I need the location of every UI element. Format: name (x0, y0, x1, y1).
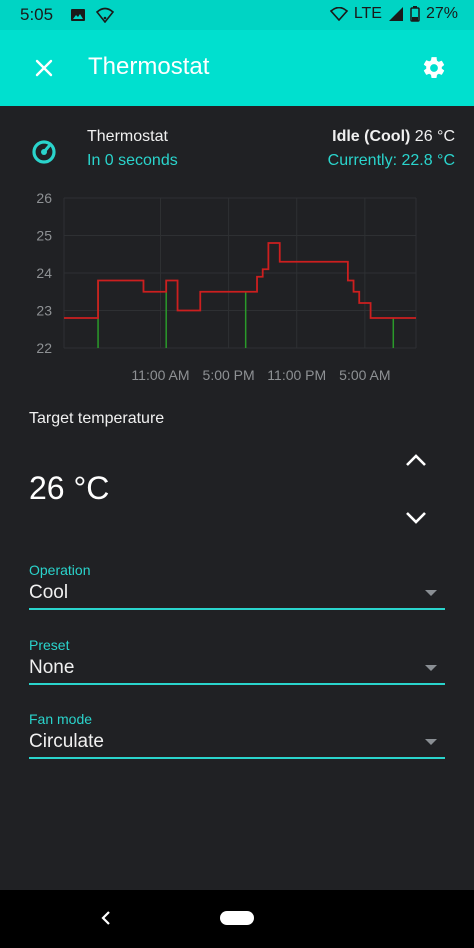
wifi-icon (329, 7, 348, 21)
state-target-temp: 26 °C (414, 128, 455, 145)
chart-grid (63, 197, 417, 349)
entity-state: Idle (Cool) 26 °C (332, 128, 455, 146)
field-underline (29, 757, 445, 759)
gear-icon (423, 57, 445, 78)
target-temperature-label: Target temperature (29, 410, 165, 427)
fan-mode-value: Circulate (29, 731, 104, 752)
app-bar: Thermostat (0, 30, 474, 106)
chart-y-ticks: 26 25 24 23 22 (36, 190, 52, 356)
preset-dropdown[interactable]: Preset None (29, 637, 445, 685)
dropdown-arrow-icon (425, 590, 437, 596)
x-tick-label: 11:00 PM (267, 367, 326, 383)
field-underline (29, 608, 445, 610)
hvac-action-bars (97, 280, 395, 348)
target-temperature-value: 26 °C (29, 470, 110, 506)
current-temperature: Currently: 22.8 °C (327, 152, 455, 169)
notification-icons (70, 7, 114, 23)
home-pill[interactable] (220, 911, 254, 925)
operation-label: Operation (29, 562, 91, 578)
temperature-line (64, 242, 416, 319)
dropdown-arrow-icon (425, 665, 437, 671)
image-icon (71, 9, 85, 21)
field-underline (29, 683, 445, 685)
system-navigation-bar (0, 890, 474, 948)
chevron-up-icon (406, 454, 426, 466)
temperature-history-chart: 26 25 24 23 22 11:00 AM 5:00 PM 11:00 PM 5:00 A… (36, 190, 417, 383)
decrease-temperature-button[interactable] (396, 498, 436, 538)
dialog-content: Thermostat In 0 seconds Idle (Cool) 26 °… (0, 106, 474, 890)
entity-name: Thermostat (87, 128, 168, 145)
settings-button[interactable] (414, 48, 454, 88)
x-tick-label: 5:00 AM (339, 367, 390, 383)
increase-temperature-button[interactable] (396, 440, 436, 480)
thermostat-dial-icon (32, 140, 56, 164)
status-time: 5:05 (20, 5, 54, 24)
chevron-down-icon (406, 512, 426, 524)
back-chevron-icon (101, 911, 110, 925)
back-button[interactable] (96, 906, 116, 930)
y-tick-label: 26 (36, 190, 52, 206)
operation-dropdown[interactable]: Operation Cool (29, 562, 445, 610)
hvac-action: Idle (Cool) (332, 128, 411, 145)
entity-header: Thermostat In 0 seconds Idle (Cool) 26 °… (0, 124, 474, 184)
y-tick-label: 25 (36, 228, 52, 244)
y-tick-label: 23 (36, 303, 52, 319)
operation-value: Cool (29, 582, 69, 603)
wifi-question-icon (96, 7, 114, 23)
chart-x-ticks: 11:00 AM 5:00 PM 11:00 PM 5:00 AM (131, 367, 390, 383)
network-type: LTE (353, 5, 382, 22)
dialog-title: Thermostat (88, 53, 210, 80)
x-tick-label: 5:00 PM (203, 367, 255, 383)
close-icon (35, 59, 53, 77)
preset-value: None (29, 657, 75, 678)
y-tick-label: 24 (36, 265, 52, 281)
dropdown-arrow-icon (425, 739, 437, 745)
close-button[interactable] (24, 48, 64, 88)
status-bar: 5:05 LTE 27% (0, 0, 474, 30)
last-changed: In 0 seconds (87, 152, 178, 169)
preset-label: Preset (29, 637, 70, 653)
battery-icon (410, 6, 420, 22)
x-tick-label: 11:00 AM (131, 367, 189, 383)
status-right: LTE 27% (329, 5, 458, 23)
fan-mode-dropdown[interactable]: Fan mode Circulate (29, 711, 445, 759)
signal-icon (388, 7, 403, 21)
fan-mode-label: Fan mode (29, 711, 93, 727)
battery-level: 27% (425, 5, 458, 22)
y-tick-label: 22 (36, 340, 52, 356)
